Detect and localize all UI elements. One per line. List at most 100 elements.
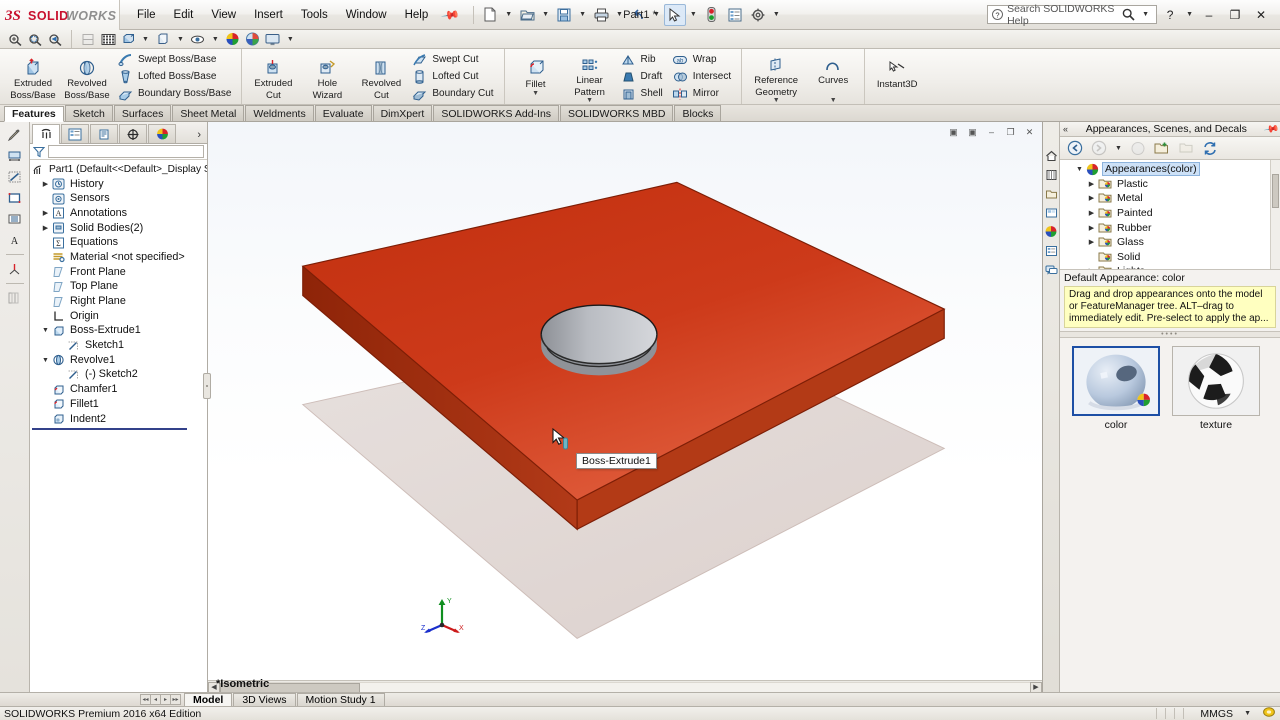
tree-node-boss-extrude1[interactable]: ▼ Boss-Extrude1 (30, 324, 207, 339)
zoom-area-icon[interactable] (26, 31, 44, 48)
appearances-root-node[interactable]: ▼ Appearances(color) (1060, 162, 1280, 177)
bottom-tab-3d-views[interactable]: 3D Views (233, 693, 296, 706)
menu-item-file[interactable]: File (128, 5, 165, 25)
menu-item-edit[interactable]: Edit (165, 5, 203, 25)
expand-arrow-icon[interactable]: ▶ (1086, 209, 1097, 217)
appearance-folder-rubber[interactable]: ▶ Rubber (1060, 220, 1280, 235)
library-icon[interactable] (1044, 167, 1059, 182)
collapse-arrow-icon[interactable]: ▼ (40, 357, 51, 364)
mirror-button[interactable]: Mirror (669, 85, 737, 102)
swept-boss-base-button[interactable]: Swept Boss/Base (114, 51, 237, 68)
printer-icon[interactable] (590, 4, 612, 26)
chevron-down-icon[interactable]: ▼ (284, 36, 297, 43)
home-icon[interactable] (1044, 148, 1059, 163)
tree-node-revolve1[interactable]: ▼ Revolve1 (30, 353, 207, 368)
tree-node-front-plane[interactable]: Front Plane (30, 265, 207, 280)
section-view-icon[interactable] (79, 31, 97, 48)
cursor-arrow-icon[interactable] (663, 3, 686, 26)
chevron-right-icon[interactable]: › (197, 129, 207, 143)
text-tool-icon[interactable]: A (5, 231, 25, 249)
chevron-down-icon[interactable]: ▼ (687, 11, 700, 18)
view-orientation-icon[interactable] (99, 31, 117, 48)
collapse-arrow-icon[interactable]: ▼ (1074, 166, 1085, 173)
tab-dimxpert[interactable]: DimXpert (372, 105, 433, 121)
chevron-down-icon[interactable]: ▼ (650, 11, 663, 18)
tree-node-right-plane[interactable]: Right Plane (30, 294, 207, 309)
chevron-down-icon[interactable]: ▼ (773, 97, 780, 104)
appearances-tree-scrollbar[interactable] (1270, 160, 1280, 269)
tree-node-sketch1[interactable]: Sketch1 (30, 338, 207, 353)
expand-arrow-icon[interactable]: ▶ (1086, 238, 1097, 246)
rib-button[interactable]: Rib (617, 51, 669, 68)
appearance-sphere-icon[interactable] (224, 31, 242, 48)
menu-item-view[interactable]: View (202, 5, 245, 25)
appearance-thumb-texture[interactable]: texture (1170, 346, 1262, 684)
chevron-down-icon[interactable]: ▼ (613, 11, 626, 18)
help-button[interactable]: ? (1157, 4, 1183, 26)
lofted-boss-base-button[interactable]: Lofted Boss/Base (114, 68, 237, 85)
extruded-boss-base-button[interactable]: Extruded Boss/Base (6, 51, 60, 102)
new-file-icon[interactable] (479, 4, 501, 26)
appearance-thumb-color[interactable]: color (1070, 346, 1162, 684)
scroll-track[interactable] (220, 681, 1030, 692)
chevron-down-icon[interactable]: ▼ (1139, 11, 1152, 18)
custom-properties-icon[interactable] (1044, 243, 1059, 258)
zoom-fit-icon[interactable] (6, 31, 24, 48)
menu-item-tools[interactable]: Tools (292, 5, 337, 25)
expand-arrow-icon[interactable]: ▶ (1086, 267, 1097, 269)
configuration-manager-tab[interactable] (90, 124, 118, 143)
editing-part-icon[interactable] (1262, 706, 1276, 720)
revolved-cut-button[interactable]: Revolved Cut (354, 51, 408, 102)
tree-node-fillet1[interactable]: Fillet1 (30, 397, 207, 412)
tab-solidworks-add-ins[interactable]: SOLIDWORKS Add-Ins (433, 105, 560, 121)
property-manager-tab[interactable] (61, 124, 89, 143)
units-indicator[interactable]: MMGS (1200, 708, 1233, 720)
graphics-horizontal-scrollbar[interactable]: ◀ ▶ (208, 680, 1042, 692)
folder-icon[interactable] (1044, 186, 1059, 201)
previous-view-icon[interactable] (46, 31, 64, 48)
expand-arrow-icon[interactable]: ▶ (40, 224, 51, 232)
appearance-folder-glass[interactable]: ▶ Glass (1060, 235, 1280, 250)
chevron-down-icon[interactable]: ▼ (532, 90, 539, 97)
restore-icon[interactable]: ❐ (1002, 124, 1019, 140)
chevron-down-icon[interactable]: ▼ (139, 36, 152, 43)
close-button[interactable]: ✕ (1248, 4, 1274, 26)
chevron-down-icon[interactable]: ▼ (770, 11, 783, 18)
tree-node-indent2[interactable]: Indent2 (30, 412, 207, 427)
refresh-icon[interactable] (1199, 139, 1221, 158)
chevron-down-icon[interactable]: ▼ (209, 36, 222, 43)
view-palette-icon[interactable] (1044, 205, 1059, 220)
maximize-button[interactable]: ❐ (1222, 4, 1248, 26)
linear-pattern-button[interactable]: Linear Pattern ▼ (563, 51, 617, 104)
tab-features[interactable]: Features (4, 106, 64, 122)
menu-item-window[interactable]: Window (337, 5, 396, 25)
chevron-down-icon[interactable]: ▼ (586, 97, 593, 104)
undo-arrow-icon[interactable] (627, 4, 649, 26)
tab-solidworks-mbd[interactable]: SOLIDWORKS MBD (560, 105, 674, 121)
window-icon[interactable]: ▣ (964, 124, 981, 140)
appearance-folder-lights[interactable]: ▶ Lights (1060, 264, 1280, 269)
bottom-tab-model[interactable]: Model (184, 693, 233, 706)
viewport-canvas[interactable] (208, 122, 1042, 692)
revolved-boss-base-button[interactable]: Revolved Boss/Base (60, 51, 114, 102)
bottom-tab-motion-study[interactable]: Motion Study 1 (296, 693, 385, 706)
circle-tool-icon[interactable] (5, 210, 25, 228)
smart-dimension-icon[interactable] (5, 147, 25, 165)
chevron-down-icon[interactable]: ▼ (1241, 710, 1254, 717)
home-dropdown-icon[interactable] (1127, 139, 1149, 158)
tab-sheet-metal[interactable]: Sheet Metal (172, 105, 245, 121)
menu-item-help[interactable]: Help (396, 5, 438, 25)
tree-node-top-plane[interactable]: Top Plane (30, 280, 207, 295)
expand-arrow-icon[interactable]: ▶ (1086, 180, 1097, 188)
boundary-boss-base-button[interactable]: Boundary Boss/Base (114, 85, 237, 102)
tree-node-origin[interactable]: Origin (30, 309, 207, 324)
feature-tree-filter-input[interactable] (48, 145, 204, 158)
lofted-cut-button[interactable]: Lofted Cut (408, 68, 499, 85)
tab-navigation-buttons[interactable]: ◂◂ ◂ ▸ ▸▸ (140, 694, 181, 705)
appearance-folder-plastic[interactable]: ▶ Plastic (1060, 177, 1280, 192)
graphics-area[interactable]: ▣ ▣ – ❐ ✕ Boss-Extrude1 Y X Z *Isometric… (208, 122, 1042, 692)
trim-icon[interactable] (5, 260, 25, 278)
expand-arrow-icon[interactable]: ▶ (40, 209, 51, 217)
last-tab-button[interactable]: ▸▸ (170, 694, 181, 705)
tree-node-sketch2[interactable]: (-) Sketch2 (30, 368, 207, 383)
